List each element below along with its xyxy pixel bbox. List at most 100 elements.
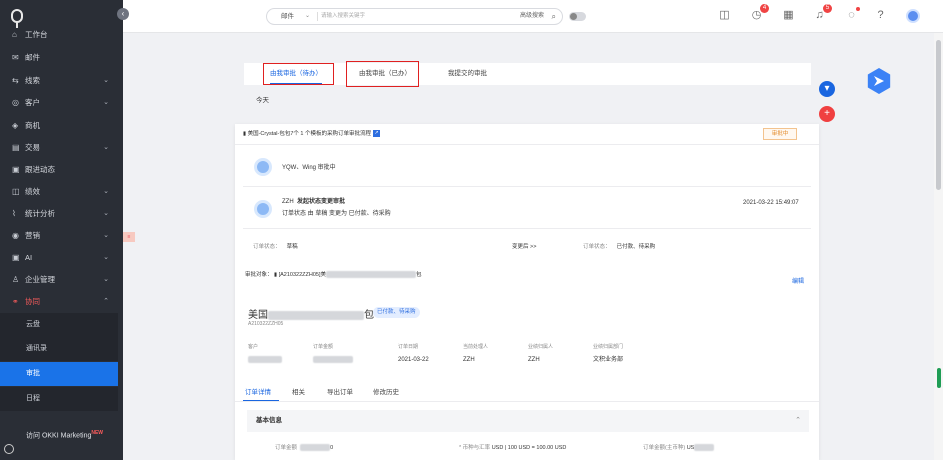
sidebar-item-label: 工作台 <box>25 30 48 39</box>
mode-toggle[interactable] <box>569 12 586 21</box>
assistant-logo[interactable] <box>867 68 891 94</box>
add-button[interactable]: + <box>819 106 835 122</box>
sidebar-item-label: 邮件 <box>25 53 40 62</box>
filter-button[interactable]: ▾ <box>819 81 835 97</box>
sidebar-item-opportunity[interactable]: ◈ 商机 <box>0 116 123 136</box>
topbar: 邮件 ⌄ 请输入搜索关键字 高级搜索 ⌕ ◫ ◷ 4 ▦ ♫ 5 ◌ ? <box>123 0 943 33</box>
handler-value: ZZH <box>463 357 475 363</box>
customer-icon: ◎ <box>12 98 19 107</box>
book-icon[interactable]: ◫ <box>718 9 731 22</box>
collapse-sidebar-button[interactable]: ‹ <box>117 8 129 20</box>
sidebar-item-leads[interactable]: ⇆ 线索 ⌄ <box>0 71 123 91</box>
sidebar-item-mail[interactable]: ✉ 邮件 <box>0 48 123 68</box>
tab-related[interactable]: 相关 <box>292 386 305 396</box>
field-label: 订单金额 <box>313 344 334 350</box>
chevron-down-icon: ⌄ <box>103 188 109 195</box>
chevron-down-icon: ⌄ <box>103 77 109 84</box>
sidebar-item-performance[interactable]: ◫ 绩效 ⌄ <box>0 182 123 202</box>
sidebar-subitem-contacts[interactable]: 通讯录 <box>0 337 118 361</box>
approvers-status: YQW、Wing 审批中 <box>282 165 336 171</box>
follow-up-icon: ▣ <box>12 165 20 174</box>
side-drawer-tab[interactable]: ≡ <box>123 232 135 242</box>
sidebar-item-customer[interactable]: ◎ 客户 ⌄ <box>0 93 123 113</box>
search-type-select[interactable]: 邮件 <box>281 9 294 24</box>
notification-badge: 5 <box>823 4 832 13</box>
chevron-down-icon: ⌄ <box>305 13 311 19</box>
sidebar-subitem-approval[interactable]: 审批 <box>0 362 118 386</box>
highlight-box <box>346 61 419 87</box>
order-number: A210322ZZH05 <box>248 321 284 327</box>
opportunity-icon: ◈ <box>12 121 19 130</box>
sidebar-item-stats[interactable]: ⌇ 统计分析 ⌄ <box>0 204 123 224</box>
sidebar-subitem-cloud-drive[interactable]: 云盘 <box>0 313 118 337</box>
tab-submitted[interactable]: 我提交的审批 <box>448 63 487 85</box>
tab-order-details[interactable]: 订单详情 <box>245 386 271 396</box>
chevron-up-icon: ⌃ <box>795 417 801 424</box>
divider <box>235 401 819 402</box>
timestamp: 2021-03-22 15:49:07 <box>743 200 799 206</box>
okki-marketing-link[interactable]: 访问 OKKI MarketingNEW <box>26 430 103 440</box>
field-label: * 币种与汇率 <box>459 445 491 451</box>
approval-target: 审批对象： ▮ [A210322ZZH05]美包 <box>245 271 422 279</box>
notification-badge: 4 <box>760 4 769 13</box>
task-check-icon[interactable]: ◌ <box>845 7 860 22</box>
side-marker <box>937 368 941 388</box>
advanced-search-link[interactable]: 高级搜索 <box>520 9 544 24</box>
sidebar-item-label: 统计分析 <box>25 209 55 218</box>
scrollbar-thumb[interactable] <box>936 40 941 190</box>
sidebar-subitem-schedule[interactable]: 日程 <box>0 387 118 411</box>
calendar-icon[interactable]: ▦ <box>782 9 795 22</box>
sidebar: ⌂ 工作台 ✉ 邮件 ⇆ 线索 ⌄ ◎ 客户 ⌄ ◈ 商机 ▤ 交易 ⌄ ▣ 跟进动态 ◫ 绩效 ⌄ ⌇… <box>0 0 123 460</box>
search-input[interactable]: 请输入搜索关键字 <box>321 9 365 24</box>
tab-export-order[interactable]: 导出订单 <box>327 386 353 396</box>
changed-after-label: 变更后 >> <box>512 244 537 250</box>
divider <box>235 144 819 145</box>
edit-link[interactable]: 编辑 <box>792 278 804 287</box>
sidebar-item-enterprise[interactable]: ♙ 企业管理 ⌄ <box>0 270 123 290</box>
field-value: 已付款、待采购 <box>616 244 656 250</box>
order-status-from: 订单状态： 草稿 <box>253 243 298 252</box>
edit-icon[interactable]: ↗ <box>373 130 381 138</box>
field-label: 订单金额(主币种) <box>643 445 686 451</box>
order-status-tag: 已付款、待采购 <box>373 307 420 318</box>
sidebar-item-ai[interactable]: ▣ AI ⌄ <box>0 248 123 268</box>
user-avatar[interactable] <box>906 9 920 23</box>
rate-field: * 币种与汇率 USD | 100 USD = 100.00 USD <box>459 444 566 453</box>
sidebar-item-follow-up[interactable]: ▣ 跟进动态 <box>0 160 123 180</box>
date-group-label: 今天 <box>256 97 269 104</box>
divider <box>243 228 811 229</box>
tab-history[interactable]: 修改历史 <box>373 386 399 396</box>
field-label: 订单金额 <box>275 445 298 451</box>
initiator-line: ZZH 发起状态变更审批 <box>282 198 345 207</box>
main-amount-field: 订单金额(主币种) US <box>643 444 715 453</box>
sidebar-item-workbench[interactable]: ⌂ 工作台 <box>0 25 123 45</box>
global-search[interactable]: 邮件 ⌄ 请输入搜索关键字 高级搜索 ⌕ <box>266 8 563 25</box>
redacted-text <box>300 444 331 452</box>
clock-icon[interactable] <box>4 444 14 454</box>
clock-icon[interactable]: ◷ 4 <box>750 4 769 22</box>
redacted-text <box>248 356 282 363</box>
field-label: 订单日期 <box>398 344 419 350</box>
product-title: 美国包 <box>248 306 374 321</box>
highlight-box <box>263 63 334 85</box>
avatar <box>254 158 272 176</box>
sidebar-item-collab[interactable]: ⚭ 协同 ⌃ <box>0 292 123 312</box>
amount-field: 订单金额 0 <box>275 444 333 453</box>
field-label: 订单状态： <box>253 244 281 250</box>
basic-info-section[interactable]: 基本信息 ⌃ <box>247 410 809 432</box>
search-icon[interactable]: ⌕ <box>552 9 556 24</box>
transaction-icon: ▤ <box>12 143 20 152</box>
field-label: 当前处理人 <box>463 344 489 350</box>
sidebar-item-label: 交易 <box>25 143 40 152</box>
help-icon[interactable]: ? <box>874 9 887 22</box>
mail-icon: ✉ <box>12 53 19 62</box>
chevron-down-icon: ⌄ <box>103 232 109 239</box>
sidebar-item-label: 绩效 <box>25 187 40 196</box>
sidebar-item-transaction[interactable]: ▤ 交易 ⌄ <box>0 138 123 158</box>
field-label: 业绩归属人 <box>528 344 554 350</box>
owner-value: ZZH <box>528 357 540 363</box>
sidebar-item-marketing[interactable]: ◉ 营销 ⌄ <box>0 226 123 246</box>
field-value: US <box>686 445 695 451</box>
department-value: 文积业务部 <box>593 357 624 363</box>
bell-icon[interactable]: ♫ 5 <box>813 4 832 22</box>
